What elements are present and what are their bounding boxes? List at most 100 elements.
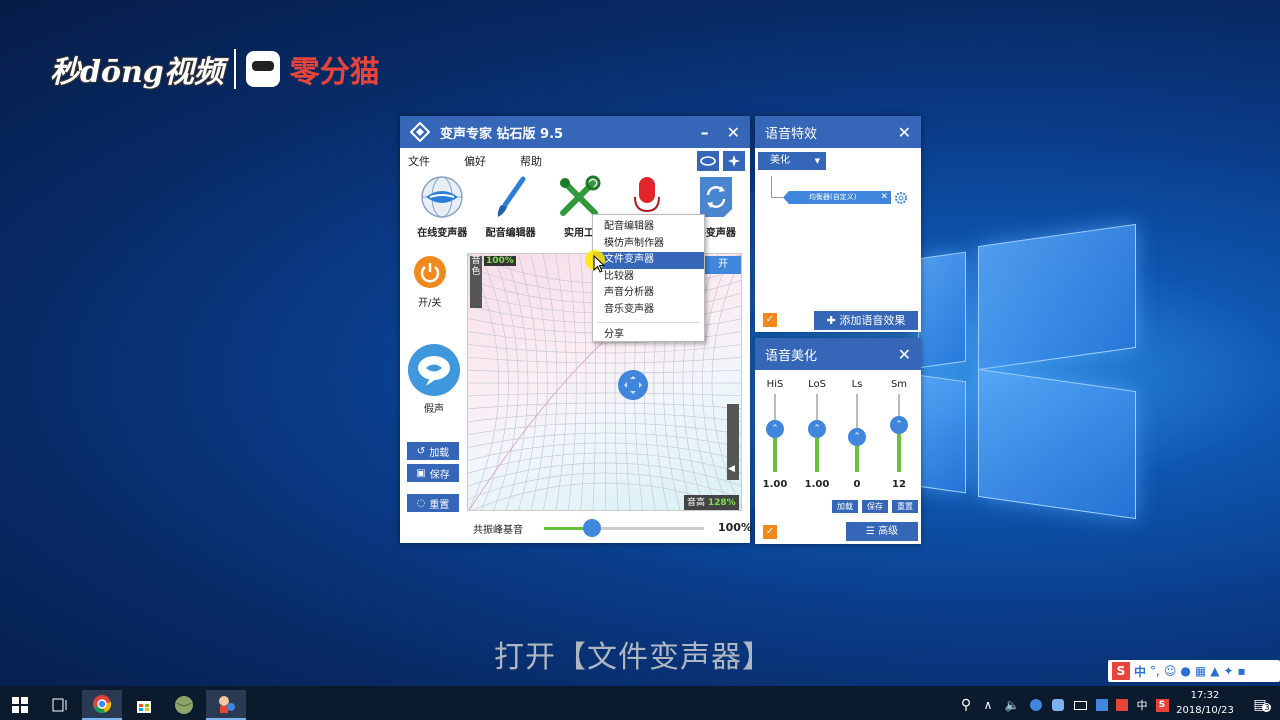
tool-label: 配音编辑器 xyxy=(485,228,536,239)
open-tab[interactable]: 开 xyxy=(705,256,741,274)
punctuation-icon[interactable]: °, xyxy=(1150,664,1160,678)
task-view-icon[interactable] xyxy=(40,690,80,720)
tool-dubbing-editor[interactable]: 配音编辑器 xyxy=(476,174,544,246)
fader-knob[interactable]: ⌃ xyxy=(766,420,784,438)
fader-ls[interactable]: ⌃ xyxy=(847,394,867,472)
fx-effect-label: 均衡器(自定义) xyxy=(809,193,857,201)
network-icon[interactable] xyxy=(1068,690,1092,720)
beauty-close-button[interactable]: ✕ xyxy=(898,345,911,364)
fx-close-button[interactable]: ✕ xyxy=(898,123,911,142)
beauty-save-label: 保存 xyxy=(867,502,883,511)
sogou-logo-icon[interactable]: S xyxy=(1112,662,1130,680)
beauty-load-label: 加载 xyxy=(837,502,853,511)
beauty-reset-button[interactable]: 重置 xyxy=(892,500,918,513)
fx-titlebar: 语音特效 ✕ xyxy=(755,116,921,148)
cat-logo-icon xyxy=(245,51,280,87)
menu-bar: 文件 偏好 帮助 xyxy=(400,148,750,174)
resonance-label: 共振峰基音 xyxy=(473,525,523,536)
load-button[interactable]: ↺ 加载 xyxy=(407,442,459,460)
menu-item-comparator[interactable]: 比较器 xyxy=(593,269,704,286)
more-icon[interactable]: ▪ xyxy=(1237,664,1245,678)
resonance-knob[interactable] xyxy=(583,519,601,537)
beauty-load-button[interactable]: 加载 xyxy=(832,500,858,513)
fx-enable-checkbox[interactable]: ✓ xyxy=(763,313,777,327)
start-windows-icon[interactable] xyxy=(0,690,40,720)
menu-item-music-voice-changer[interactable]: 音乐变声器 xyxy=(593,302,704,319)
menu-preferences[interactable]: 偏好 xyxy=(464,153,486,169)
emoji-icon[interactable]: ☺ xyxy=(1164,664,1177,678)
menu-file[interactable]: 文件 xyxy=(408,153,430,169)
beauty-save-button[interactable]: 保存 xyxy=(862,500,888,513)
left-control-panel: 开/关 假声 ↺ 加载 ▣ 保存 ◌ 重置 xyxy=(400,248,462,543)
show-hidden-icons[interactable]: ∧ xyxy=(976,690,1000,720)
menu-item-dubbing-editor[interactable]: 配音编辑器 xyxy=(593,219,704,236)
brand-lingfenmao: 零分猫 xyxy=(289,55,380,90)
brand-miaodong: 秒dōng视频 xyxy=(50,55,224,90)
beauty-title: 语音美化 xyxy=(765,348,818,364)
tray-app-icon[interactable] xyxy=(1024,690,1048,720)
advanced-button[interactable]: ☰ 高级 xyxy=(846,522,918,541)
ime-lang[interactable]: 中 xyxy=(1134,663,1146,680)
notification-count: 3 xyxy=(1262,703,1272,712)
beauty-reset-label: 重置 xyxy=(897,502,913,511)
menu-item-imitation-maker[interactable]: 模仿声制作器 xyxy=(593,236,704,253)
timbre-label: 音色 xyxy=(471,256,481,277)
fader-knob[interactable]: ⌃ xyxy=(808,420,826,438)
clock[interactable]: 17:32 2018/10/23 xyxy=(1172,688,1238,718)
reset-button[interactable]: ◌ 重置 xyxy=(407,494,459,512)
tool-label: 在线变声器 xyxy=(417,228,468,239)
add-effect-button[interactable]: ✚ 添加语音效果 xyxy=(814,311,918,330)
close-button[interactable]: ✕ xyxy=(727,123,740,142)
voice-input-icon[interactable]: ● xyxy=(1180,664,1190,678)
lips-globe-icon xyxy=(419,174,465,220)
menu-help[interactable]: 帮助 xyxy=(520,153,542,169)
lips-toggle-button[interactable] xyxy=(697,151,719,171)
voice-changer-taskbar-icon[interactable] xyxy=(206,690,246,720)
app-ball-icon[interactable] xyxy=(164,690,204,720)
fader-his[interactable]: ⌃ xyxy=(765,394,785,472)
notification-center-icon[interactable]: ▤ 3 xyxy=(1240,690,1280,720)
fader-value: 0 xyxy=(853,479,861,490)
fx-tree-line xyxy=(771,176,783,198)
fx-category-dropdown[interactable]: 美化 ▼ xyxy=(758,152,826,170)
fader-los[interactable]: ⌃ xyxy=(807,394,827,472)
keyboard-icon[interactable]: ▦ xyxy=(1195,664,1206,678)
tools-context-menu: 配音编辑器 模仿声制作器 文件变声器 比较器 声音分析器 音乐变声器 分享 xyxy=(592,214,705,342)
volume-icon[interactable]: 🔈 xyxy=(1000,690,1024,720)
menu-item-file-voice-changer[interactable]: 文件变声器 xyxy=(593,252,704,269)
add-effect-label: 添加语音效果 xyxy=(839,314,906,327)
fader-knob[interactable]: ⌃ xyxy=(848,428,866,446)
tray-app-icon[interactable] xyxy=(1046,690,1070,720)
voice-beauty-window: 语音美化 ✕ HiS ⌃ 1.00 LoS ⌃ 1.00 Ls ⌃ 0 Sm ⌃ 12 加载 保存 重… xyxy=(755,338,921,544)
undo-icon: ↺ xyxy=(416,445,426,457)
fake-voice-button[interactable] xyxy=(408,344,460,396)
store-icon[interactable] xyxy=(124,690,164,720)
power-button[interactable] xyxy=(414,256,446,288)
chrome-icon[interactable] xyxy=(82,690,122,720)
pad-cursor-handle[interactable] xyxy=(618,370,648,400)
fader-knob[interactable]: ⌃ xyxy=(890,416,908,434)
menu-item-sound-analyzer[interactable]: 声音分析器 xyxy=(593,285,704,302)
sparkle-icon xyxy=(728,155,740,167)
sogou-tray-icon[interactable]: S xyxy=(1150,690,1174,720)
save-button[interactable]: ▣ 保存 xyxy=(407,464,459,482)
power-label: 开/关 xyxy=(418,298,442,309)
fx-effect-item[interactable]: 均衡器(自定义) ✕ xyxy=(783,191,891,204)
resonance-track[interactable] xyxy=(544,519,704,537)
gear-icon[interactable] xyxy=(894,191,908,205)
magic-button[interactable] xyxy=(723,151,745,171)
clock-date: 2018/10/23 xyxy=(1176,705,1234,716)
fader-value: 12 xyxy=(892,479,906,490)
chevron-down-icon: ▼ xyxy=(814,157,820,165)
skin-icon[interactable]: ▲ xyxy=(1210,664,1219,678)
beauty-enable-checkbox[interactable]: ✓ xyxy=(763,525,777,539)
toolbox-icon[interactable]: ✦ xyxy=(1223,664,1233,678)
app-diamond-icon xyxy=(410,122,430,142)
tool-online-voice-changer[interactable]: 在线变声器 xyxy=(408,174,476,246)
minimize-button[interactable]: – xyxy=(701,123,709,142)
fader-sm[interactable]: ⌃ xyxy=(889,394,909,472)
remove-effect-icon[interactable]: ✕ xyxy=(880,191,888,204)
video-subtitle: 打开【文件变声器】 xyxy=(494,640,773,675)
menu-item-share[interactable]: 分享 xyxy=(593,327,704,344)
pitch-value: 128% xyxy=(707,498,736,508)
